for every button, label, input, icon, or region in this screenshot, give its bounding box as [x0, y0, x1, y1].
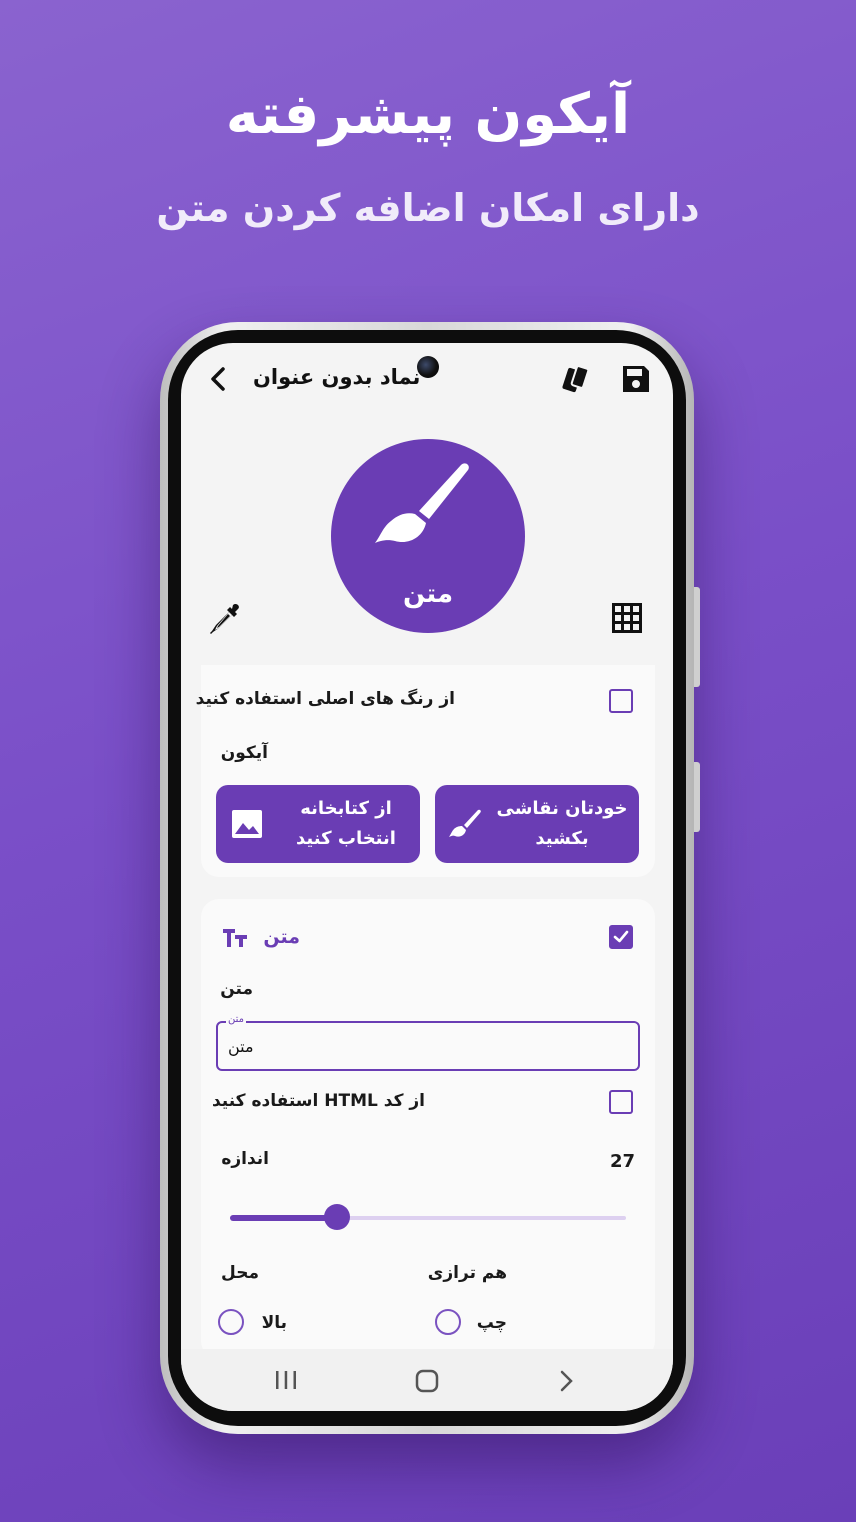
promo-title: آیکون پیشرفته: [225, 82, 631, 147]
color-picker-icon[interactable]: [207, 600, 245, 638]
text-section-heading: متن: [263, 926, 300, 948]
position-top-label: بالا: [261, 1313, 287, 1333]
size-slider-fill: [230, 1215, 337, 1221]
draw-yourself-button[interactable]: خودتان نقاشی بکشید: [435, 785, 639, 863]
camera-cutout: [417, 356, 439, 378]
position-top-radio[interactable]: [218, 1309, 244, 1335]
back-arrow-icon[interactable]: [203, 363, 235, 395]
text-enabled-checkbox[interactable]: [609, 925, 633, 949]
choose-from-library-button[interactable]: از کتابخانه انتخاب کنید: [216, 785, 420, 863]
icon-preview-text: متن: [402, 579, 454, 609]
position-label: محل: [221, 1263, 259, 1283]
use-original-colors-checkbox[interactable]: [609, 689, 633, 713]
icon-preview-area: متن: [181, 415, 673, 665]
cards-icon[interactable]: [557, 361, 593, 397]
text-input-value: متن: [228, 1037, 254, 1056]
text-field-label: متن: [220, 979, 253, 999]
text-size-icon: [221, 925, 249, 953]
brush-small-icon: [447, 807, 483, 848]
alignment-label: هم ترازی: [427, 1263, 507, 1283]
text-settings-card: متن متن متن متن از کد HTML استفاده کنید …: [201, 899, 655, 1359]
icon-preview[interactable]: متن: [331, 439, 525, 633]
back-icon[interactable]: [554, 1368, 578, 1398]
image-icon: [230, 807, 264, 846]
size-slider[interactable]: [230, 1204, 626, 1230]
icon-heading: آیکون: [220, 743, 268, 763]
app-screen: نماد بدون عنوان متن از رنگ های اصلی استف…: [181, 343, 673, 1411]
text-input-hint: متن: [226, 1014, 246, 1025]
alignment-left-radio[interactable]: [435, 1309, 461, 1335]
promo-subtitle: دارای امکان اضافه کردن متن: [156, 186, 700, 230]
home-icon[interactable]: [414, 1368, 440, 1398]
choose-from-library-label: از کتابخانه انتخاب کنید: [296, 798, 396, 849]
alignment-left-label: چپ: [476, 1313, 507, 1333]
size-value: 27: [609, 1151, 635, 1172]
page-title: نماد بدون عنوان: [253, 365, 421, 389]
grid-icon[interactable]: [609, 600, 645, 636]
use-html-label: از کد HTML استفاده کنید: [211, 1091, 425, 1111]
text-input[interactable]: متن متن: [216, 1014, 640, 1071]
draw-yourself-label: خودتان نقاشی بکشید: [496, 798, 628, 849]
icon-settings-card: از رنگ های اصلی استفاده کنید آیکون از کت…: [196, 665, 655, 877]
save-icon[interactable]: [618, 361, 654, 397]
size-label: اندازه: [221, 1149, 269, 1169]
use-html-checkbox[interactable]: [609, 1090, 633, 1114]
system-navigation-bar: [181, 1349, 673, 1411]
size-slider-thumb[interactable]: [324, 1204, 350, 1230]
top-app-bar: نماد بدون عنوان: [181, 343, 673, 415]
recents-icon[interactable]: [273, 1368, 299, 1396]
brush-icon: [369, 457, 479, 567]
use-original-colors-label: از رنگ های اصلی استفاده کنید: [195, 689, 455, 709]
